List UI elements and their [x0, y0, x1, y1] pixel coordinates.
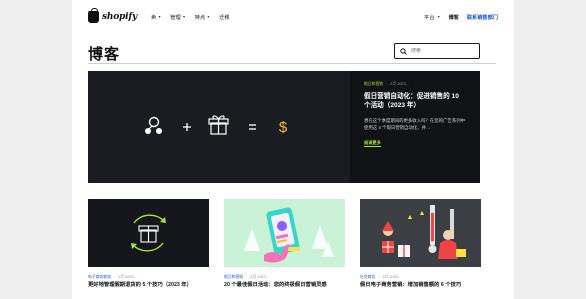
card-image-campaigns [224, 199, 345, 267]
article-title[interactable]: 假日电子商务营销：增加销售额的 6 个技巧 [360, 282, 481, 288]
article-meta: 电子商务物流 · 1月 2023… [88, 275, 209, 280]
logo-text: shopify [102, 12, 138, 22]
article-title[interactable]: 20 个最佳假日活动：您的终极假日营销灵感 [224, 282, 345, 288]
chevron-down-icon: ▼ [157, 15, 162, 19]
divider [88, 63, 496, 64]
article-title[interactable]: 假日营销自动化：促进销售的 10 个活动（2023 年） [364, 93, 466, 111]
main-menu: 卖 ▼ 管理 ▼ 特点 ▼ 迁移 [151, 14, 230, 21]
meta-separator: · [245, 275, 248, 279]
card-image-returns [88, 199, 209, 267]
article-category[interactable]: 假日和营销 [224, 275, 243, 280]
shopify-logo[interactable]: shopify [88, 8, 138, 23]
article-meta: 社交商务 · 2月 2023… [360, 275, 481, 280]
right-navigation: 平台 ▼ 博客 联系销售部门 [424, 14, 498, 21]
article-date: 2月 2023… [390, 82, 410, 86]
hero-illustration: $ [145, 115, 288, 136]
menu-item-sell[interactable]: 卖 ▼ [151, 14, 161, 21]
chevron-down-icon: ▼ [182, 15, 186, 19]
article-card[interactable]: 假日和营销 · 2月 2023… 20 个最佳假日活动：您的终极假日营销灵感 [224, 199, 345, 288]
top-navigation: shopify 卖 ▼ 管理 ▼ 特点 ▼ 迁移 平台 ▼ 博客 联系销售部门 [72, 0, 514, 34]
menu-item-label: 卖 [151, 14, 157, 21]
menu-item-features[interactable]: 特点 ▼ [195, 14, 210, 21]
contact-sales-link[interactable]: 联系销售部门 [467, 14, 498, 21]
article-meta: 假日和营销 · 2月 2023… [224, 275, 345, 280]
card-image-ecommerce [360, 199, 481, 267]
chevron-down-icon: ▼ [436, 15, 441, 19]
article-date: 2月 2023… [250, 275, 270, 279]
search-box[interactable] [394, 43, 480, 59]
featured-article[interactable]: $ 假日和营销 · 2月 2023… 假日营销自动化：促进销售的 10 个活动（… [88, 71, 480, 183]
dollar-icon: $ [279, 119, 288, 136]
read-more-link[interactable]: 阅读更多 [364, 140, 381, 148]
article-card[interactable]: 社交商务 · 2月 2023… 假日电子商务营销：增加销售额的 6 个技巧 [360, 199, 481, 288]
featured-article-text: 假日和营销 · 2月 2023… 假日营销自动化：促进销售的 10 个活动（20… [350, 71, 480, 183]
platform-menu[interactable]: 平台 ▼ [424, 14, 440, 21]
menu-item-label: 特点 [194, 14, 206, 21]
shopping-bag-icon [88, 8, 99, 23]
meta-separator: · [385, 82, 388, 86]
article-category[interactable]: 社交商务 [360, 275, 375, 280]
article-meta: 假日和营销 · 2月 2023… [364, 82, 466, 87]
menu-item-label: 迁移 [219, 14, 230, 21]
article-category[interactable]: 假日和营销 [364, 82, 383, 87]
search-icon [400, 47, 407, 55]
article-description: 想在这个季度期间的更多收入吗？在您的广告系列中使用这 4 个假日营销自动化，并… [364, 117, 465, 130]
equals-icon [249, 124, 256, 130]
gift-icon [208, 115, 229, 135]
page-container: shopify 卖 ▼ 管理 ▼ 特点 ▼ 迁移 平台 ▼ 博客 联系销售部门 … [72, 0, 514, 299]
chevron-down-icon: ▼ [206, 15, 211, 19]
search-input[interactable] [411, 48, 471, 54]
blog-link[interactable]: 博客 [448, 14, 458, 21]
article-category[interactable]: 电子商务物流 [88, 275, 111, 280]
article-date: 1月 2023… [118, 275, 138, 279]
automation-node-icon [145, 116, 162, 134]
page-title: 博客 [88, 46, 121, 63]
platform-label: 平台 [424, 14, 435, 21]
article-date: 2月 2023… [382, 275, 402, 279]
plus-icon [183, 123, 191, 131]
menu-item-manage[interactable]: 管理 ▼ [170, 14, 185, 21]
menu-item-label: 管理 [170, 14, 181, 21]
article-title[interactable]: 更好地管理假期退货的 5 个技巧（2023 年） [88, 282, 209, 288]
article-card[interactable]: 电子商务物流 · 1月 2023… 更好地管理假期退货的 5 个技巧（2023 … [88, 199, 209, 288]
meta-separator: · [378, 275, 380, 279]
menu-item-migrate[interactable]: 迁移 [219, 14, 229, 21]
meta-separator: · [113, 275, 116, 279]
